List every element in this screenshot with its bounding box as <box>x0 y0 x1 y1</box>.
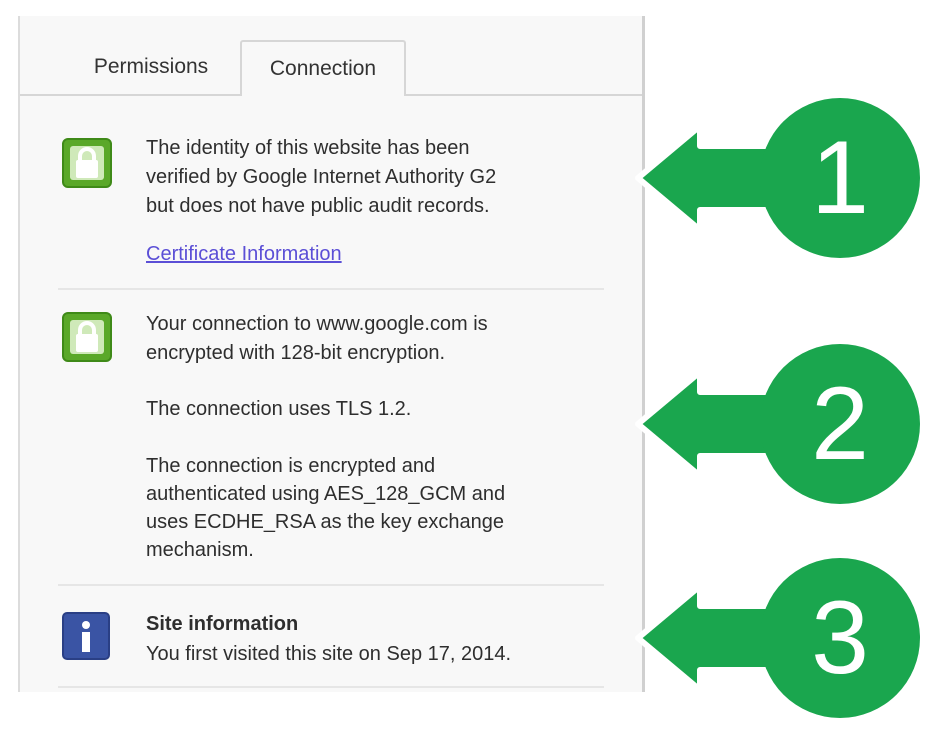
connection-panel: Permissions Connection The identity of t… <box>18 16 645 692</box>
divider <box>58 584 604 586</box>
tab-bar: Permissions Connection <box>20 16 642 96</box>
encryption-detail-line-2: authenticated using AES_128_GCM and <box>146 483 506 505</box>
identity-line-3: but does not have public audit records. <box>146 195 490 217</box>
marker-number-3: 3 <box>811 580 869 696</box>
divider <box>58 288 604 290</box>
marker-number-2: 2 <box>811 366 869 482</box>
info-icon <box>62 612 110 660</box>
encryption-detail-line-3: uses ECDHE_RSA as the key exchange <box>146 511 504 533</box>
site-information-title: Site information <box>146 613 299 635</box>
tab-permissions[interactable]: Permissions <box>66 40 236 94</box>
encryption-detail-line-1: The connection is encrypted and <box>146 455 436 477</box>
certificate-information-link[interactable]: Certificate Information <box>146 240 342 268</box>
callout-marker-3: 3 <box>630 546 930 737</box>
callout-marker-1: 1 <box>630 86 930 277</box>
callout-marker-2: 2 <box>630 332 930 523</box>
identity-line-1: The identity of this website has been <box>146 137 470 159</box>
marker-number-1: 1 <box>811 120 869 236</box>
encryption-section: Your connection to www.google.com is enc… <box>58 310 604 582</box>
divider <box>58 686 604 688</box>
first-visit-text: You first visited this site on Sep 17, 2… <box>146 643 512 665</box>
lock-icon <box>62 312 112 362</box>
encryption-line-1: Your connection to www.google.com is <box>146 313 488 335</box>
lock-icon <box>62 138 112 188</box>
encryption-line-2: encrypted with 128-bit encryption. <box>146 342 446 364</box>
identity-section: The identity of this website has been ve… <box>58 134 604 284</box>
tab-connection[interactable]: Connection <box>240 40 406 96</box>
site-information-section: Site information You first visited this … <box>58 610 604 680</box>
tls-version-text: The connection uses TLS 1.2. <box>146 398 412 420</box>
identity-line-2: verified by Google Internet Authority G2 <box>146 166 497 188</box>
encryption-detail-line-4: mechanism. <box>146 539 254 561</box>
